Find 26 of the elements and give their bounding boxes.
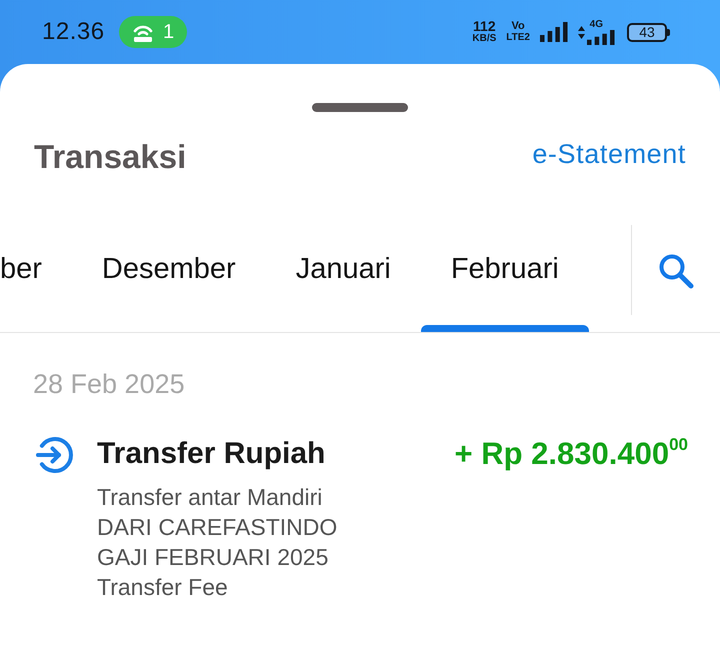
clock-time: 12.36 <box>42 18 105 46</box>
transaction-amount: + Rp 2.830.400$^{00}$ <box>454 436 688 472</box>
transaction-detail: Transfer antar Mandiri <box>97 483 322 512</box>
network-speed: 112 <box>473 20 496 33</box>
volte-label: Vo <box>512 21 525 32</box>
hotspot-count: 1 <box>163 20 174 44</box>
page-title: Transaksi <box>34 138 186 176</box>
transaction-detail: DARI CAREFASTINDO <box>97 513 338 542</box>
signal-icon <box>587 30 615 44</box>
data-arrows-icon <box>578 26 585 38</box>
network-type: 4G <box>590 20 603 30</box>
transaction-detail: GAJI FEBRUARI 2025 <box>97 543 328 572</box>
date-header: 28 Feb 2025 <box>33 369 185 399</box>
lte-label: LTE2 <box>506 32 530 43</box>
search-icon <box>658 252 694 288</box>
network-speed-unit: KB/S <box>472 33 496 44</box>
month-tab[interactable]: ber <box>0 225 72 332</box>
e-statement-link[interactable]: e-Statement <box>532 138 686 170</box>
signal-icon <box>540 22 568 42</box>
month-tab[interactable]: Desember <box>72 225 266 332</box>
month-tab[interactable]: Januari <box>266 225 421 332</box>
drag-handle[interactable] <box>312 103 408 112</box>
transaction-title: Transfer Rupiah <box>97 436 326 472</box>
transaction-detail: Transfer Fee <box>97 573 228 602</box>
battery-indicator: 43 <box>627 22 670 42</box>
month-tab[interactable]: Februari <box>420 225 589 332</box>
